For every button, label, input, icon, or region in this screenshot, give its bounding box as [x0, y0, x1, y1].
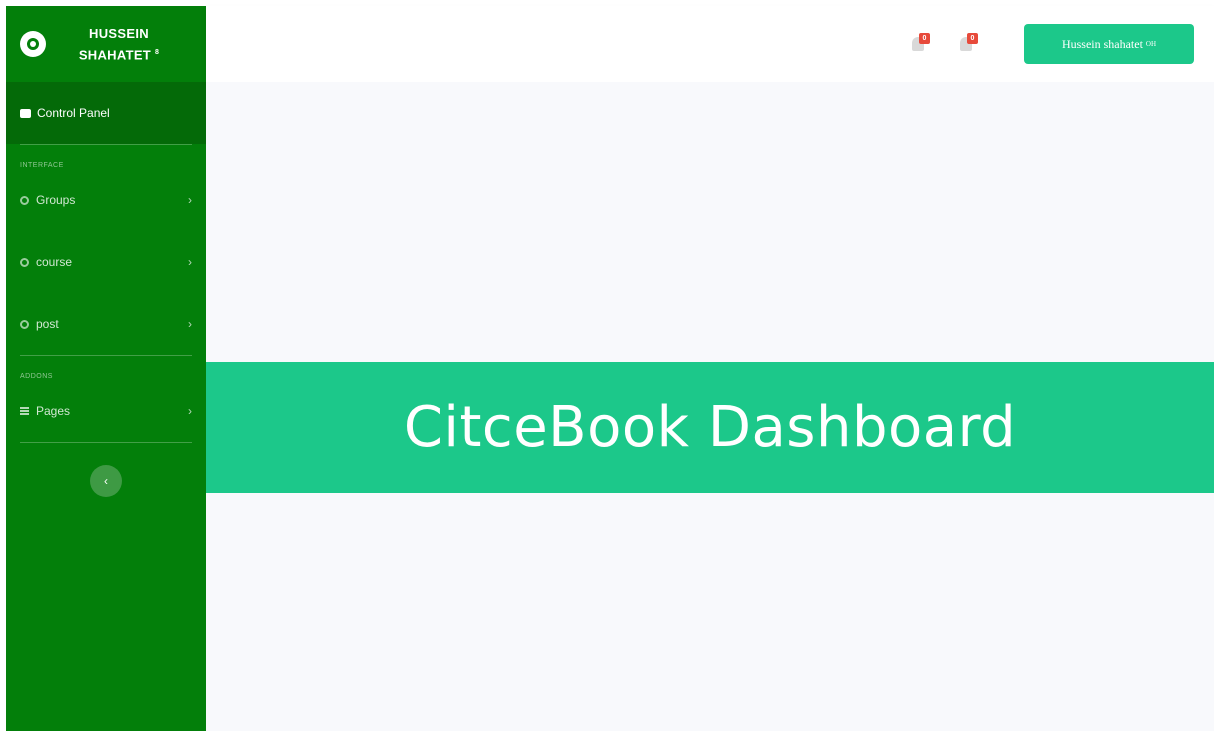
user-name: Hussein shahatet	[1061, 36, 1143, 51]
sidebar-item-groups[interactable]: Groups ›	[6, 169, 206, 231]
brand-name: HUSSEIN SHAHATET 8	[46, 24, 206, 64]
sidebar-item-pages[interactable]: Pages ›	[6, 380, 206, 442]
sidebar-item-post[interactable]: post ›	[6, 293, 206, 355]
sidebar-brand[interactable]: HUSSEIN SHAHATET 8	[6, 6, 206, 82]
brand-name-line1: HUSSEIN	[89, 25, 149, 41]
chevron-right-icon: ›	[188, 193, 192, 207]
page-title: CitceBook Dashboard	[403, 395, 1017, 460]
sidebar-toggle-wrap: ‹	[6, 465, 206, 497]
gear-icon	[20, 195, 29, 205]
brand-logo-icon	[20, 31, 46, 57]
sidebar-heading-interface: INTERFACE	[20, 162, 64, 169]
user-sup: OH	[1145, 40, 1157, 48]
chevron-right-icon: ›	[188, 255, 192, 269]
chevron-right-icon: ›	[188, 317, 192, 331]
sidebar: HUSSEIN SHAHATET 8 Control Panel INTERFA…	[6, 6, 206, 731]
gear-icon	[20, 257, 29, 267]
topbar: 0 0 Hussein shahatet OH	[206, 6, 1214, 82]
alerts-dropdown[interactable]: 0	[910, 33, 932, 55]
alerts-badge: 0	[919, 33, 930, 44]
brand-name-line2: SHAHATET	[78, 47, 152, 63]
sidebar-item-label: Pages	[36, 404, 71, 418]
sidebar-toggle-button[interactable]: ‹	[90, 465, 122, 497]
sidebar-heading-addons: ADDONS	[20, 373, 53, 380]
messages-badge: 0	[967, 33, 978, 44]
gear-icon	[20, 319, 29, 329]
sidebar-item-course[interactable]: course ›	[6, 231, 206, 293]
sidebar-divider	[20, 442, 192, 443]
dashboard-icon	[20, 108, 31, 118]
dashboard-banner: CitceBook Dashboard	[206, 362, 1214, 493]
sidebar-item-control-panel[interactable]: Control Panel	[6, 82, 206, 144]
sidebar-item-label: Groups	[36, 193, 76, 207]
sidebar-item-label: course	[36, 255, 73, 269]
sidebar-item-label: Control Panel	[37, 106, 110, 120]
sidebar-item-label: post	[36, 317, 59, 331]
messages-dropdown[interactable]: 0	[958, 33, 980, 55]
brand-name-sup: 8	[154, 48, 160, 56]
grid-icon	[20, 407, 29, 415]
user-menu-button[interactable]: Hussein shahatet OH	[1024, 24, 1194, 64]
chevron-right-icon: ›	[188, 404, 192, 418]
